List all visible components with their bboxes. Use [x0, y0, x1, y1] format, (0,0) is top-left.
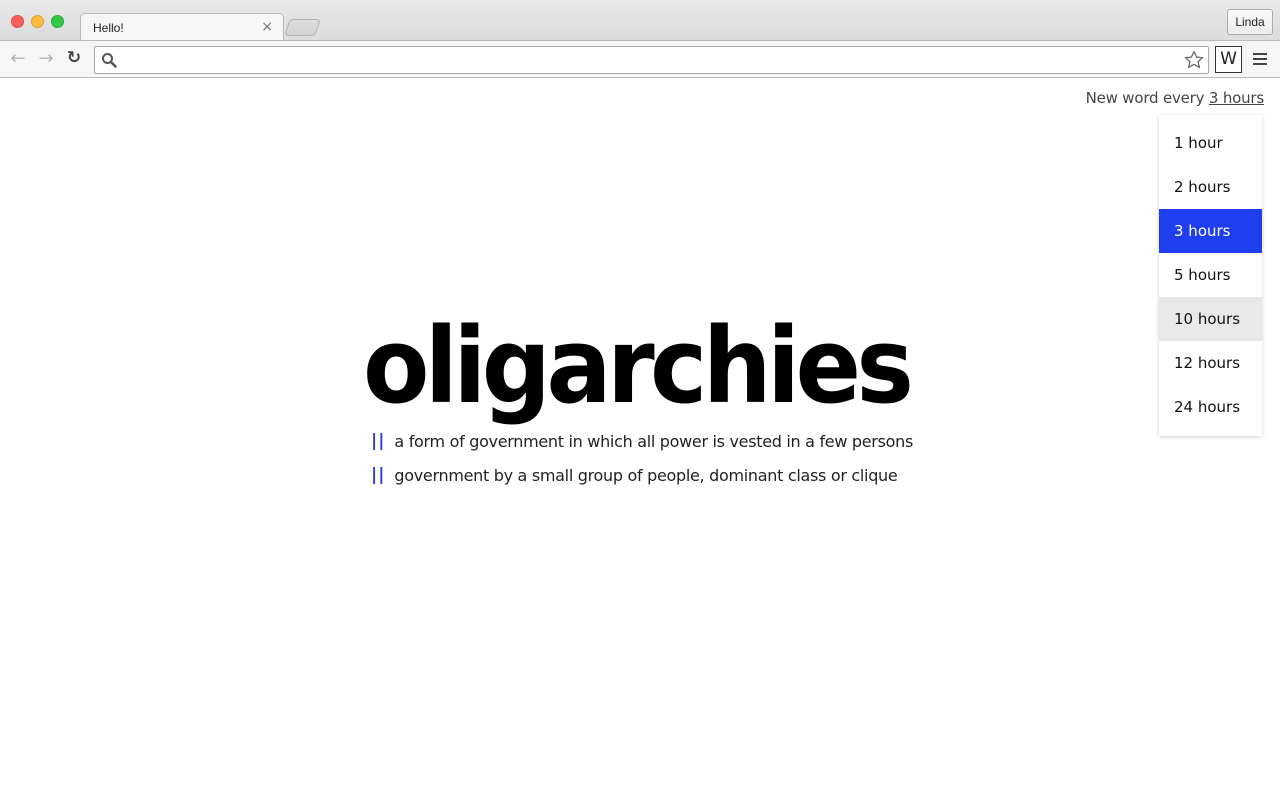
definition-text: government by a small group of people, d…	[394, 465, 898, 485]
definition-item: || a form of government in which all pow…	[371, 429, 913, 453]
search-icon	[102, 53, 117, 68]
frequency-option[interactable]: 5 hours	[1159, 253, 1262, 297]
frequency-prefix: New word every	[1085, 89, 1209, 107]
browser-titlebar: Hello! × Linda	[0, 0, 1280, 41]
close-tab-icon[interactable]: ×	[261, 19, 273, 35]
extension-w-button[interactable]: W	[1215, 46, 1242, 73]
browser-toolbar: ← → ↻ W	[0, 40, 1280, 78]
frequency-setting: New word every 3 hours	[1085, 89, 1265, 107]
word-title: oligarchies	[363, 305, 914, 427]
frequency-option-hovered[interactable]: 10 hours	[1159, 297, 1262, 341]
frequency-option[interactable]: 1 hour	[1159, 121, 1262, 165]
reload-icon[interactable]: ↻	[63, 47, 85, 69]
back-arrow-icon[interactable]: ←	[7, 47, 29, 69]
close-window-button[interactable]	[11, 15, 24, 28]
frequency-option[interactable]: 2 hours	[1159, 165, 1262, 209]
zoom-window-button[interactable]	[51, 15, 64, 28]
frequency-option[interactable]: 24 hours	[1159, 385, 1262, 429]
profile-button[interactable]: Linda	[1227, 9, 1273, 35]
new-tab-button[interactable]	[284, 19, 321, 36]
tab-title: Hello!	[93, 21, 124, 35]
address-input[interactable]	[123, 50, 1163, 70]
minimize-window-button[interactable]	[31, 15, 44, 28]
bookmark-star-icon[interactable]	[1184, 50, 1204, 70]
definition-marker: ||	[371, 465, 386, 485]
hamburger-menu-icon[interactable]	[1253, 53, 1267, 67]
address-bar[interactable]	[94, 46, 1209, 74]
definition-text: a form of government in which all power …	[394, 431, 913, 451]
browser-tab[interactable]: Hello! ×	[80, 13, 284, 41]
frequency-link[interactable]: 3 hours	[1209, 89, 1264, 107]
definition-marker: ||	[371, 431, 386, 451]
frequency-option[interactable]: 12 hours	[1159, 341, 1262, 385]
definition-item: || government by a small group of people…	[371, 463, 898, 487]
frequency-option-selected[interactable]: 3 hours	[1159, 209, 1262, 253]
frequency-dropdown: 1 hour 2 hours 3 hours 5 hours 10 hours …	[1159, 115, 1262, 436]
forward-arrow-icon[interactable]: →	[35, 47, 57, 69]
